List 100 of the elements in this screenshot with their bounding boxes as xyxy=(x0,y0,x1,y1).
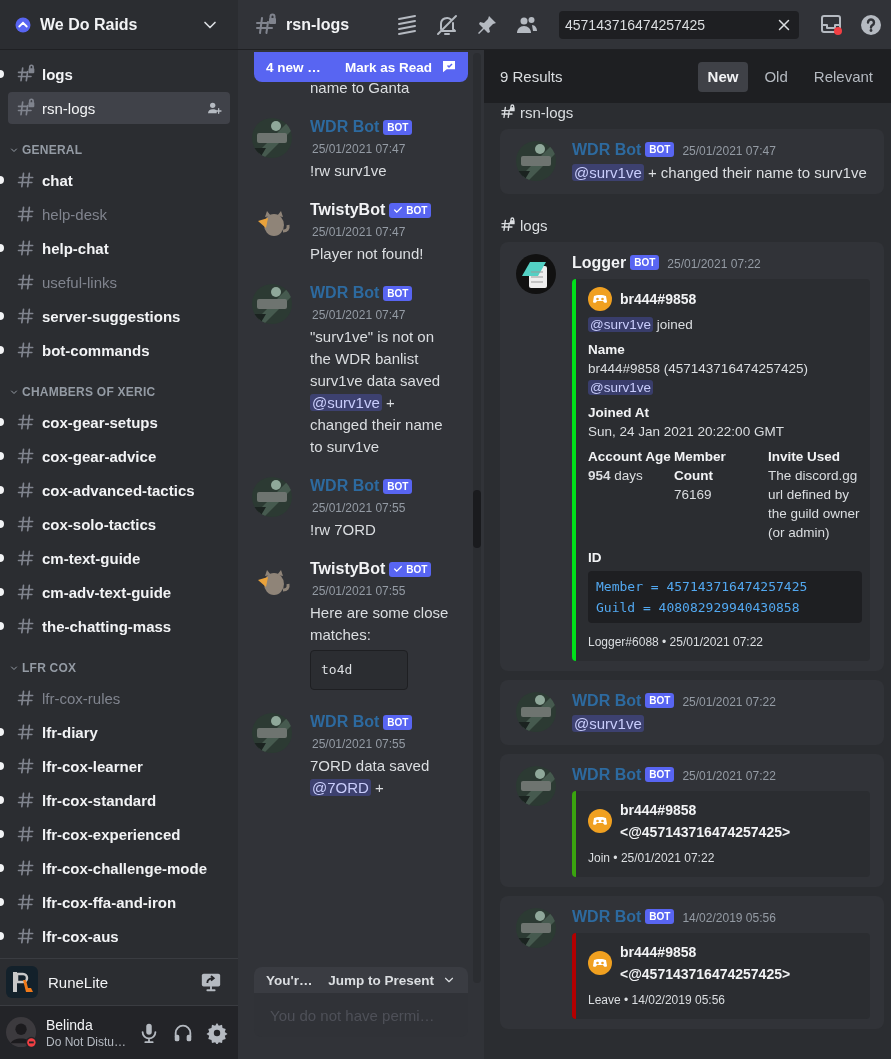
channel-item[interactable]: bot-commands xyxy=(8,334,230,366)
timestamp: 25/01/2021 07:22 xyxy=(682,769,776,783)
badge-label: BOT xyxy=(406,563,428,575)
controller-icon xyxy=(588,951,612,975)
author-name[interactable]: Logger xyxy=(572,254,627,271)
search-result-card[interactable]: WDR Bot BOT 25/01/2021 07:22 br444#9858 <@457143716474257425> Join • 25/01/2021 07:22 xyxy=(500,754,884,887)
channel-item[interactable]: help-desk xyxy=(8,198,230,230)
channel-item[interactable]: lfr-cox-aus xyxy=(8,920,230,952)
badge-label: BOT xyxy=(387,287,409,299)
message-text: @surv1ve + changed their name to surv1ve xyxy=(310,393,444,457)
jump-bar-text: You'r… xyxy=(266,972,313,988)
search-result-card[interactable] xyxy=(500,242,884,671)
message-text: 76169 xyxy=(674,486,713,504)
channel-item[interactable]: lfr-cox-ffa-and-iron xyxy=(8,886,230,918)
channel-item[interactable]: lfr-cox-standard xyxy=(8,784,230,816)
channel-item[interactable]: useful-links xyxy=(8,266,230,298)
jump-to-present-button[interactable]: Jump to Present xyxy=(328,972,456,988)
controller-icon xyxy=(588,809,612,833)
bell-muted-icon[interactable] xyxy=(435,12,459,37)
mention-link[interactable]: @7ORD xyxy=(310,779,371,796)
channel-title: rsn-logs xyxy=(286,15,350,34)
channel-item[interactable]: lfr-diary xyxy=(8,716,230,748)
message-text: 7ORD data saved xyxy=(310,756,431,776)
screen-share-icon[interactable] xyxy=(200,971,222,993)
badge-label: BOT xyxy=(649,769,671,780)
message-text: 954 days xyxy=(588,467,644,485)
embed-footer: Logger#6088 • 25/01/2021 07:22 xyxy=(588,635,862,649)
inbox-icon[interactable] xyxy=(819,12,843,37)
field-name: Joined At xyxy=(588,404,650,422)
search-result-card[interactable]: WDR Bot BOT 14/02/2019 05:56 br444#9858 <@457143716474257425> Leave • 14/02/2019 05:56 xyxy=(500,896,884,1029)
timestamp: 25/01/2021 07:55 xyxy=(311,500,407,517)
channel-item[interactable]: lfr-cox-challenge-mode xyxy=(8,852,230,884)
channel-item[interactable]: cox-gear-setups xyxy=(8,406,230,438)
message-text: The discord.gg url defined by the guild owner (or admin) xyxy=(768,467,861,542)
search-result-card[interactable]: WDR Bot BOT 25/01/2021 07:47 @surv1ve + changed their name to surv1ve xyxy=(500,129,884,194)
message-text: @7ORD + xyxy=(310,778,385,798)
channel-item[interactable]: cox-gear-advice xyxy=(8,440,230,472)
message-text: Here are some close matches: xyxy=(310,603,450,645)
settings-icon[interactable] xyxy=(206,1021,228,1044)
channel-item[interactable]: logs xyxy=(8,58,230,90)
locked-hash-icon xyxy=(500,217,516,233)
sort-tab[interactable]: Relevant xyxy=(803,61,883,92)
badge-label: BOT xyxy=(649,144,671,155)
code-block: to4d xyxy=(310,650,408,690)
message-text: @surv1ve joined xyxy=(588,316,694,334)
channel-item[interactable]: cox-advanced-tactics xyxy=(8,474,230,506)
channel-label: rsn-logs xyxy=(520,103,574,121)
channel-item[interactable]: the-chatting-mass xyxy=(8,610,230,642)
search-field[interactable]: 457143716474257425 xyxy=(559,10,799,39)
channel-item[interactable]: chat xyxy=(8,164,230,196)
message-text: Player not found! xyxy=(310,244,425,264)
add-member-icon[interactable] xyxy=(206,100,222,116)
badge-label: BOT xyxy=(649,911,671,922)
timestamp: 25/01/2021 07:22 xyxy=(682,695,776,709)
badge-label: BOT xyxy=(387,121,409,133)
message-text: surv1ve data saved xyxy=(310,371,442,391)
timestamp: 25/01/2021 07:47 xyxy=(311,141,407,158)
server-badge-icon xyxy=(14,15,32,34)
threads-icon[interactable] xyxy=(395,12,419,37)
locked-hash-icon xyxy=(254,12,278,37)
mention-link[interactable]: @surv1ve xyxy=(310,394,382,411)
mention-link[interactable]: @surv1ve xyxy=(588,380,653,395)
avatar-icon[interactable] xyxy=(6,1015,38,1050)
embed-footer: Leave • 14/02/2019 05:56 xyxy=(588,993,862,1007)
field-name: Name xyxy=(588,341,626,359)
field-name: Invite Used xyxy=(768,448,842,466)
user-status: Do Not Distu… xyxy=(45,1033,126,1050)
field-name: Member Count xyxy=(674,448,727,485)
channel-item[interactable]: cox-solo-tactics xyxy=(8,508,230,540)
channel-item[interactable]: cm-adv-text-guide xyxy=(8,576,230,608)
scrollbar[interactable] xyxy=(473,53,481,983)
badge-label: BOT xyxy=(634,257,656,268)
author-name[interactable]: TwistyBot xyxy=(310,199,386,221)
mention-link[interactable]: @surv1ve xyxy=(572,715,644,732)
mention-link[interactable]: @surv1ve xyxy=(588,317,653,332)
channel-item[interactable]: lfr-cox-learner xyxy=(8,750,230,782)
channel-item[interactable]: cm-text-guide xyxy=(8,542,230,574)
help-icon[interactable] xyxy=(859,12,883,37)
badge-label: BOT xyxy=(406,204,428,216)
channel-label: logs xyxy=(520,216,548,234)
sort-tab[interactable]: New xyxy=(697,61,749,92)
author-name[interactable]: TwistyBot xyxy=(310,558,386,580)
embed-footer: Join • 25/01/2021 07:22 xyxy=(588,851,862,865)
badge-label: BOT xyxy=(387,716,409,728)
category-header[interactable]: GENERAL xyxy=(8,138,230,162)
channel-item[interactable]: lfr-cox-rules xyxy=(8,682,230,714)
category-header[interactable]: CHAMBERS OF XERIC xyxy=(8,380,230,404)
sort-tab[interactable]: Old xyxy=(754,61,798,92)
timestamp: 25/01/2021 07:55 xyxy=(311,736,407,753)
channel-item[interactable]: help-chat xyxy=(8,232,230,264)
channel-item[interactable]: rsn-logs xyxy=(8,92,230,124)
app-icon xyxy=(6,966,38,998)
mention-link[interactable]: @surv1ve xyxy=(572,164,644,181)
embed-author: br444#9858 <@457143716474257425> xyxy=(620,943,792,984)
channel-item[interactable]: server-suggestions xyxy=(8,300,230,332)
mark-as-read-button[interactable]: Mark as Read xyxy=(344,58,458,76)
app-name: RuneLite xyxy=(48,973,109,991)
search-result-card[interactable]: WDR Bot BOT 25/01/2021 07:22 @surv1ve xyxy=(500,680,884,745)
category-header[interactable]: LFR COX xyxy=(8,656,230,680)
channel-item[interactable]: lfr-cox-experienced xyxy=(8,818,230,850)
